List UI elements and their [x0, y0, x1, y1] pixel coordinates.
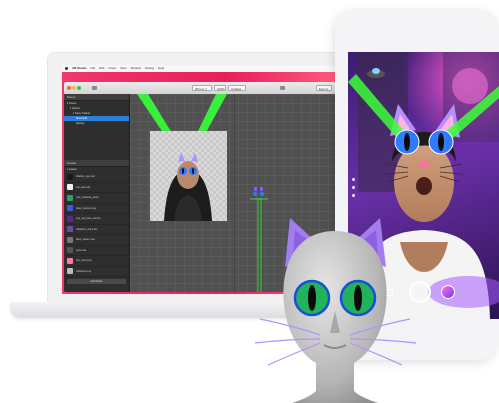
- share-icon[interactable]: [280, 86, 285, 90]
- asset-item[interactable]: cat_ears.obj: [64, 183, 129, 193]
- model-pupil-right: [354, 285, 362, 311]
- asset-thumbnail: [67, 215, 73, 222]
- asset-thumbnail: [67, 268, 73, 275]
- menu-app-name[interactable]: AR Studio: [72, 65, 87, 72]
- camera-effect-icon[interactable]: [352, 186, 355, 189]
- model-pupil-left: [308, 285, 316, 311]
- export-button[interactable]: Export: [316, 85, 332, 91]
- asset-list: shader_eye.mat cat_ears.obj eye_material_g…: [64, 172, 129, 277]
- menu-debug[interactable]: Debug: [145, 65, 154, 72]
- zoom-selector[interactable]: 100%: [214, 85, 226, 91]
- asset-label: eye_cat_blue_texture: [76, 217, 101, 221]
- close-window-button[interactable]: [67, 86, 71, 90]
- asset-label: laser_beam.mat: [76, 238, 95, 242]
- asset-thumbnail: [67, 247, 73, 254]
- asset-label: cat_nose.png: [76, 259, 92, 263]
- run-icon[interactable]: [92, 86, 97, 90]
- open-mouth: [416, 177, 432, 195]
- asset-item[interactable]: ears.mat: [64, 246, 129, 256]
- assets-panel-header: Assets: [64, 160, 129, 167]
- asset-item[interactable]: laser_beam.mat: [64, 235, 129, 246]
- device-selector[interactable]: iPhone 7: [192, 85, 212, 91]
- menu-window[interactable]: Window: [130, 65, 141, 72]
- menu-bar: AR Studio File Edit Insert View Window D…: [62, 65, 336, 72]
- apple-icon[interactable]: [65, 67, 68, 70]
- asset-thumbnail: [67, 257, 73, 264]
- minimize-window-button[interactable]: [72, 86, 76, 90]
- menu-insert[interactable]: Insert: [109, 65, 117, 72]
- asset-label: eye_material_green: [76, 196, 99, 200]
- cat-pupil-right: [438, 133, 444, 151]
- asset-thumbnail: [67, 236, 73, 243]
- asset-item[interactable]: whiskers.png: [64, 267, 129, 277]
- scene-panel: Scene ▾ Scene ▾ Device ▾ Face Tracker fa…: [64, 94, 130, 292]
- camera-effect-icon[interactable]: [352, 194, 355, 197]
- ar-ear-gizmo-left: [254, 187, 257, 191]
- asset-item[interactable]: cat_nose.png: [64, 256, 129, 267]
- scene-tree-item[interactable]: lighting: [64, 121, 129, 126]
- menu-file[interactable]: File: [91, 65, 96, 72]
- glow-spot: [452, 68, 488, 104]
- asset-thumbnail: [67, 226, 73, 233]
- add-asset-button[interactable]: Add Asset: [67, 279, 126, 284]
- cat-pupil-left: [404, 133, 410, 151]
- menu-help[interactable]: Help: [158, 65, 164, 72]
- camera-effect-icon[interactable]: [352, 178, 355, 181]
- asset-thumbnail: [67, 194, 73, 201]
- asset-thumbnail: [67, 173, 73, 180]
- asset-label: ears.mat: [76, 248, 87, 252]
- asset-label: cat_ears.obj: [76, 185, 91, 189]
- eye-gizmo-right: [260, 192, 264, 196]
- asset-label: whiskers.png: [76, 269, 92, 273]
- asset-label: shader_eye.mat: [76, 175, 95, 179]
- effect-thumbnail[interactable]: [441, 285, 455, 299]
- window-titlebar: iPhone 7 100% Untitled Export: [64, 82, 336, 94]
- asset-item[interactable]: laser_texture.png: [64, 204, 129, 214]
- asset-label: whiskers_anim.fbx: [76, 227, 98, 231]
- asset-label: laser_texture.png: [76, 206, 97, 210]
- asset-item[interactable]: shader_eye.mat: [64, 172, 129, 183]
- asset-item[interactable]: whiskers_anim.fbx: [64, 225, 129, 235]
- menu-edit[interactable]: Edit: [99, 65, 104, 72]
- project-name: Untitled: [228, 85, 246, 91]
- head-3d-model: [254, 218, 417, 403]
- asset-item[interactable]: eye_material_green: [64, 193, 129, 204]
- asset-thumbnail: [67, 205, 73, 212]
- ufo-dome: [372, 68, 380, 74]
- asset-item[interactable]: eye_cat_blue_texture: [64, 214, 129, 225]
- scene-panel-header: Scene: [64, 94, 129, 101]
- eye-gizmo-left: [253, 192, 257, 196]
- asset-thumbnail: [67, 184, 73, 191]
- menu-view[interactable]: View: [120, 65, 126, 72]
- ar-ear-gizmo-right: [260, 187, 263, 191]
- maximize-window-button[interactable]: [77, 86, 81, 90]
- cat-nose: [419, 160, 429, 168]
